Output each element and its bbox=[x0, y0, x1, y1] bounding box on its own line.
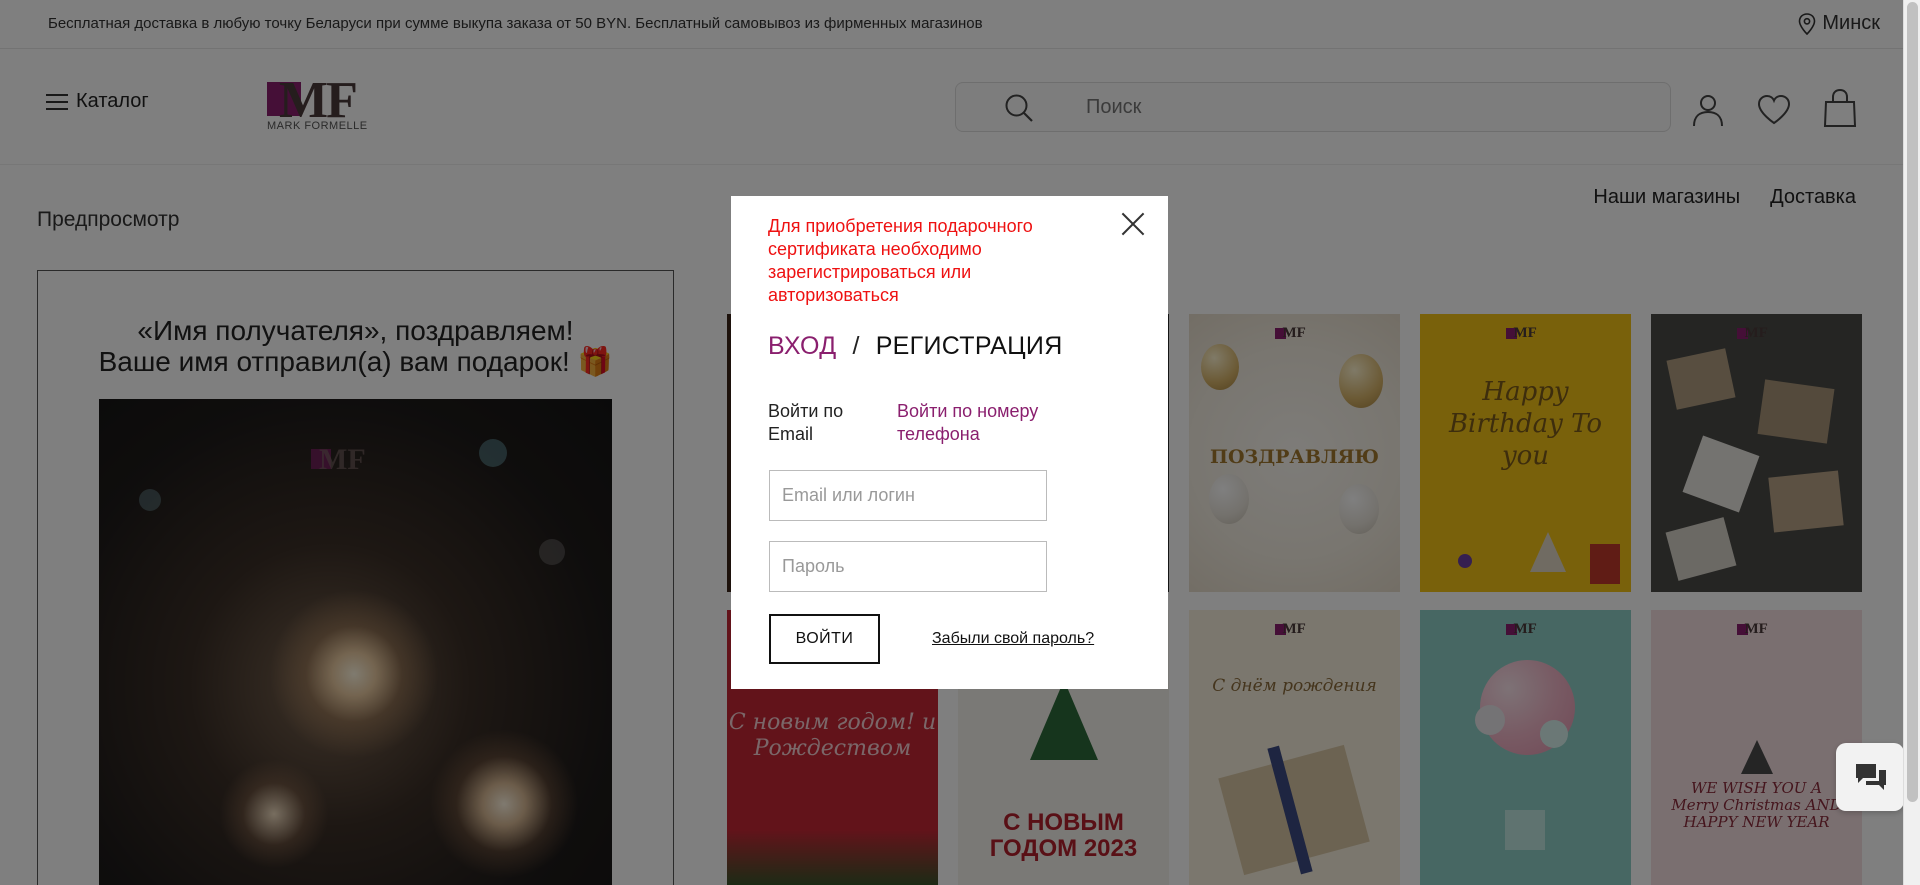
password-field[interactable] bbox=[769, 541, 1047, 592]
tab-register[interactable]: РЕГИСТРАЦИЯ bbox=[876, 332, 1063, 361]
chat-button[interactable] bbox=[1836, 743, 1904, 811]
chat-icon bbox=[1856, 764, 1886, 790]
close-icon[interactable] bbox=[1120, 211, 1146, 237]
registration-notice: Для приобретения подарочного сертификата… bbox=[768, 216, 1033, 305]
login-button[interactable]: ВОЙТИ bbox=[769, 614, 880, 664]
login-modal: Для приобретения подарочного сертификата… bbox=[731, 196, 1168, 689]
tab-login[interactable]: ВХОД bbox=[768, 332, 836, 361]
auth-tabs: ВХОД / РЕГИСТРАЦИЯ bbox=[768, 332, 1063, 361]
email-field[interactable] bbox=[769, 470, 1047, 521]
tab-separator: / bbox=[852, 332, 860, 360]
page-scrollbar[interactable] bbox=[1903, 0, 1920, 885]
login-by-phone-option[interactable]: Войти по номеру телефона bbox=[897, 400, 1067, 446]
forgot-password-link[interactable]: Забыли свой пароль? bbox=[932, 630, 1094, 648]
scrollbar-thumb[interactable] bbox=[1907, 2, 1918, 802]
login-by-email-option[interactable]: Войти по Email bbox=[768, 400, 878, 446]
